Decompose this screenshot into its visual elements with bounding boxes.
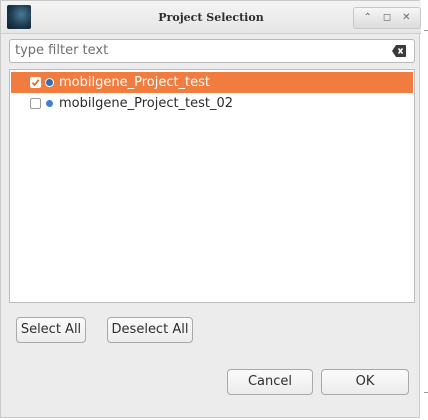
filter-input[interactable]: type filter text xyxy=(9,39,415,63)
project-checkbox[interactable] xyxy=(30,77,41,88)
list-item[interactable]: mobilgene_Project_test xyxy=(11,72,413,93)
close-icon[interactable]: ✕ xyxy=(402,8,410,28)
deselect-all-button[interactable]: Deselect All xyxy=(107,317,193,343)
project-list[interactable]: mobilgene_Project_test mobilgene_Project_… xyxy=(9,69,415,303)
title-bar[interactable]: Project Selection ⌃ ◻ ✕ xyxy=(1,1,421,34)
project-dot-icon xyxy=(46,100,53,107)
dialog-title: Project Selection xyxy=(158,11,264,24)
list-item[interactable]: mobilgene_Project_test_02 xyxy=(11,93,413,114)
window-controls: ⌃ ◻ ✕ xyxy=(353,7,421,29)
filter-placeholder: type filter text xyxy=(15,43,109,58)
ok-button[interactable]: OK xyxy=(321,369,409,395)
clear-text-icon[interactable] xyxy=(392,45,406,57)
select-all-button[interactable]: Select All xyxy=(16,317,86,343)
app-logo-icon xyxy=(7,5,31,29)
edge-mark xyxy=(424,30,428,31)
maximize-icon[interactable]: ◻ xyxy=(383,8,391,28)
project-label: mobilgene_Project_test_02 xyxy=(59,96,234,111)
background-edge xyxy=(420,0,428,420)
project-checkbox[interactable] xyxy=(30,98,41,109)
project-selection-dialog: Project Selection ⌃ ◻ ✕ type filter text… xyxy=(0,0,421,418)
edge-mark xyxy=(424,392,428,393)
project-label: mobilgene_Project_test xyxy=(59,75,211,90)
cancel-button[interactable]: Cancel xyxy=(227,369,313,395)
shade-icon[interactable]: ⌃ xyxy=(363,8,371,28)
checkmark-icon xyxy=(31,79,40,87)
project-dot-icon xyxy=(46,79,53,86)
